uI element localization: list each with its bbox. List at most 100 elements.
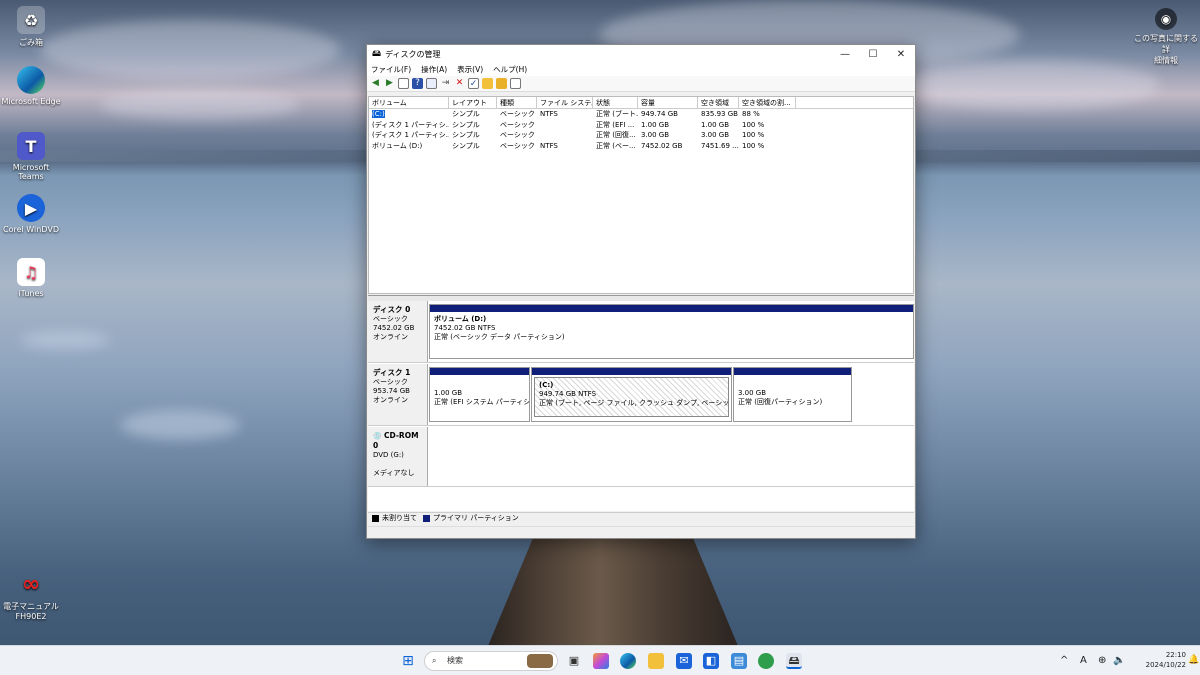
disk-mgmt-taskbar-icon[interactable]: 🖴	[786, 653, 802, 669]
taskbar: ⊞ ⌕ 検索 ▣ ✉ ◧ ▤ 🖴 ^ A ⊕ 🔈 22:10 2024/10/2…	[0, 645, 1200, 675]
menu-file[interactable]: ファイル(F)	[371, 64, 411, 75]
volume-status: 正常 (ベー...	[596, 141, 636, 150]
task-view-icon[interactable]: ▣	[566, 653, 582, 669]
volume-capacity: 7452.02 GB	[641, 141, 683, 150]
primary-partition-bar	[430, 305, 913, 312]
network-icon[interactable]: ⊕	[1098, 655, 1106, 666]
disk-0-kind: ベーシック	[373, 315, 408, 323]
back-arrow-icon[interactable]: ◀	[370, 78, 381, 89]
disk-0-label[interactable]: ディスク 0 ベーシック 7452.02 GB オンライン	[368, 301, 428, 362]
volume-icon[interactable]: 🔈	[1113, 655, 1125, 666]
recycle-bin-icon[interactable]: ♻ ごみ箱	[0, 6, 63, 48]
view-icon[interactable]	[510, 78, 521, 89]
windvd-shortcut-icon[interactable]: ▶ Corel WinDVD	[0, 194, 63, 234]
partition-d-size: 7452.02 GB NTFS	[434, 324, 496, 332]
volume-layout: シンプル	[452, 131, 480, 139]
open-folder-icon[interactable]	[496, 78, 507, 89]
search-box[interactable]: ⌕ 検索	[424, 651, 558, 671]
minimize-button[interactable]: —	[831, 49, 859, 60]
col-capacity[interactable]: 容量	[638, 97, 698, 108]
volume-capacity: 3.00 GB	[641, 131, 670, 139]
volume-free: 3.00 GB	[701, 131, 730, 139]
table-row[interactable]: ボリューム (D:) シンプル ベーシック NTFS 正常 (ベー... 745…	[369, 141, 913, 152]
window-title: ディスクの管理	[385, 49, 441, 59]
table-row[interactable]: (ディスク 1 パーティシ... シンプル ベーシック 正常 (回復... 3.…	[369, 130, 913, 141]
primary-swatch	[423, 514, 430, 522]
partition-d-status: 正常 (ベーシック データ パーティション)	[434, 333, 565, 341]
close-button[interactable]: ✕	[887, 49, 915, 60]
photos-icon[interactable]: ▤	[731, 653, 747, 669]
menu-help[interactable]: ヘルプ(H)	[493, 64, 527, 75]
ime-indicator[interactable]: A	[1080, 655, 1087, 666]
edge-shortcut-icon[interactable]: Microsoft Edge	[0, 66, 63, 106]
table-row[interactable]: (C:) シンプル ベーシック NTFS 正常 (ブート... 949.74 G…	[369, 109, 913, 120]
volume-fs: NTFS	[540, 110, 558, 118]
menu-view[interactable]: 表示(V)	[457, 64, 483, 75]
col-status[interactable]: 状態	[593, 97, 638, 108]
volume-layout: シンプル	[452, 110, 480, 118]
cdrom-0-label[interactable]: 💿 CD-ROM 0 DVD (G:) メディアなし	[368, 427, 428, 486]
spotlight-label-2: 細情報	[1154, 56, 1178, 65]
teams-shortcut-icon[interactable]: T Microsoft Teams	[0, 132, 63, 181]
globe-app-icon[interactable]	[758, 653, 774, 669]
cdrom-0-state: メディアなし	[373, 469, 415, 477]
disk-0-row: ディスク 0 ベーシック 7452.02 GB オンライン ボリューム (D:)…	[368, 301, 914, 363]
disk-1-label[interactable]: ディスク 1 ベーシック 953.74 GB オンライン	[368, 364, 428, 425]
copilot-icon[interactable]	[593, 653, 609, 669]
connect-icon[interactable]: ⇥	[440, 78, 451, 89]
forward-arrow-icon[interactable]: ▶	[384, 78, 395, 89]
itunes-label: iTunes	[18, 289, 44, 298]
start-button[interactable]: ⊞	[400, 653, 416, 669]
partition-recovery[interactable]: 3.00 GB 正常 (回復パーティション)	[733, 367, 852, 422]
col-volume[interactable]: ボリューム	[369, 97, 449, 108]
title-bar[interactable]: 🖴 ディスクの管理 — ☐ ✕	[367, 45, 915, 63]
edge-taskbar-icon[interactable]	[620, 653, 636, 669]
volume-pct: 88 %	[742, 110, 760, 118]
teams-label: Microsoft Teams	[12, 163, 50, 181]
manual-shortcut-icon[interactable]: ∞ 電子マニュアル FH90E2	[0, 570, 63, 622]
volume-status: 正常 (ブート...	[596, 110, 638, 118]
mail-icon[interactable]: ✉	[676, 653, 692, 669]
volume-layout: シンプル	[452, 141, 480, 150]
windvd-icon: ▶	[17, 194, 45, 222]
clock[interactable]: 22:10 2024/10/22	[1140, 650, 1186, 670]
partition-c[interactable]: (C:) 949.74 GB NTFS 正常 (ブート, ページ ファイル, ク…	[531, 367, 732, 422]
partition-efi[interactable]: 1.00 GB 正常 (EFI システム パーティション)	[429, 367, 530, 422]
partition-d[interactable]: ボリューム (D:) 7452.02 GB NTFS 正常 (ベーシック データ…	[429, 304, 914, 359]
camera-icon: ◉	[1155, 8, 1177, 30]
delete-icon[interactable]: ✕	[454, 78, 465, 89]
volume-type: ベーシック	[500, 120, 535, 129]
volume-pct: 100 %	[742, 131, 765, 139]
volume-list: ボリューム レイアウト 種類 ファイル システム 状態 容量 空き領域 空き領域…	[368, 96, 914, 294]
table-row[interactable]: (ディスク 1 パーティシ... シンプル ベーシック 正常 (EFI ... …	[369, 120, 913, 131]
menu-action[interactable]: 操作(A)	[421, 64, 447, 75]
volume-free: 7451.69 ...	[701, 141, 739, 150]
partition-c-size: 949.74 GB NTFS	[539, 390, 597, 398]
chevron-up-icon[interactable]: ^	[1060, 655, 1068, 666]
primary-partition-bar	[734, 368, 851, 375]
col-free[interactable]: 空き領域	[698, 97, 739, 108]
search-highlight-image	[527, 654, 553, 668]
file-explorer-icon[interactable]	[648, 653, 664, 669]
folder-icon[interactable]	[482, 78, 493, 89]
properties-icon[interactable]	[426, 78, 437, 89]
itunes-shortcut-icon[interactable]: ♫ iTunes	[0, 258, 63, 298]
col-filesystem[interactable]: ファイル システム	[537, 97, 593, 108]
help-icon[interactable]: ?	[412, 78, 423, 89]
col-layout[interactable]: レイアウト	[449, 97, 497, 108]
notification-icon[interactable]: 🔔	[1188, 655, 1199, 665]
maximize-button[interactable]: ☐	[859, 49, 887, 60]
col-free-pct[interactable]: 空き領域の割...	[739, 97, 796, 108]
cdrom-icon: 💿	[373, 432, 382, 440]
partition-c-title: (C:)	[539, 381, 554, 389]
console-tree-icon[interactable]	[398, 78, 409, 89]
primary-partition-bar	[532, 368, 731, 375]
store-icon[interactable]: ◧	[703, 653, 719, 669]
manual-label: 電子マニュアル FH90E2	[3, 602, 59, 621]
spotlight-info-icon[interactable]: ◉ この写真に関する詳 細情報	[1132, 8, 1200, 66]
edge-icon	[17, 66, 45, 94]
check-icon[interactable]: ✓	[468, 78, 479, 89]
disk-1-kind: ベーシック	[373, 378, 408, 386]
col-type[interactable]: 種類	[497, 97, 537, 108]
cdrom-0-kind: DVD (G:)	[373, 451, 404, 459]
